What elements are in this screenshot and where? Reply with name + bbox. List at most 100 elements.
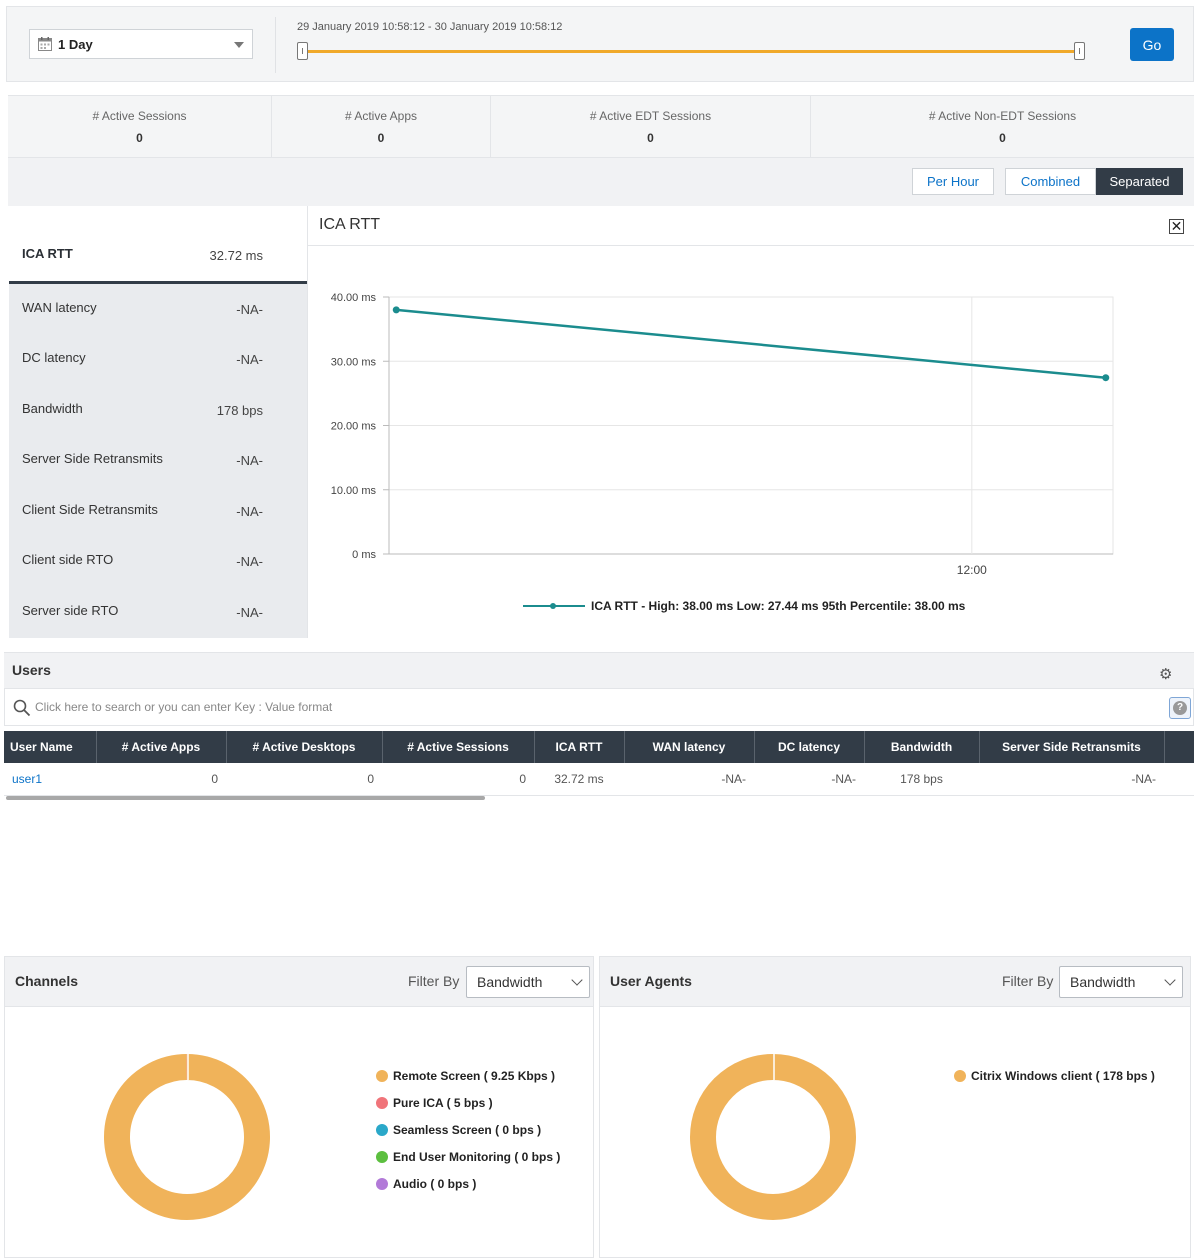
legend-line-marker (523, 600, 585, 612)
stat-label: # Active Non-EDT Sessions (928, 109, 1077, 123)
cell-active-desktops: 0 (226, 763, 382, 796)
go-button[interactable]: Go (1130, 28, 1174, 61)
column-header-dc-latency[interactable]: DC latency (754, 731, 865, 763)
stat-label: # Active Apps (344, 109, 418, 123)
time-range-value: 1 Day (58, 37, 93, 52)
legend-item[interactable]: Remote Screen ( 9.25 Kbps ) (376, 1069, 560, 1096)
metric-item-ica-rtt[interactable]: ICA RTT 32.72 ms (9, 206, 307, 284)
chart-panel: ICA RTT ✕ 0 ms 10.00 ms 20.00 ms 30.00 ms 40… (307, 206, 1194, 638)
legend-label: Audio ( 0 bps ) (393, 1177, 477, 1191)
channels-donut-chart (104, 1053, 270, 1220)
table-header-row: User Name # Active Apps # Active Desktop… (4, 731, 1194, 763)
users-title: Users (12, 662, 51, 678)
metric-value: -NA- (236, 453, 263, 468)
column-header-server-side-retransmits[interactable]: Server Side Retransmits (979, 731, 1165, 763)
filter-value: Bandwidth (477, 974, 543, 990)
data-point[interactable] (1102, 374, 1110, 382)
table-row[interactable]: user1 0 0 0 32.72 ms -NA- -NA- 178 bps -… (4, 763, 1194, 796)
legend-label: End User Monitoring ( 0 bps ) (393, 1150, 561, 1164)
legend-item[interactable]: Pure ICA ( 5 bps ) (376, 1096, 560, 1123)
legend-dot-icon (376, 1178, 388, 1190)
card-header: Channels Filter By Bandwidth (5, 957, 593, 1007)
user-agents-legend: Citrix Windows client ( 178 bps ) (954, 1069, 1155, 1096)
channels-title: Channels (15, 973, 79, 989)
legend-item[interactable]: Seamless Screen ( 0 bps ) (376, 1123, 560, 1150)
column-header-wan-latency[interactable]: WAN latency (624, 731, 755, 763)
help-icon[interactable]: ? (1169, 697, 1191, 719)
metric-label: Server side RTO (22, 603, 119, 618)
time-range-slider-track[interactable] (303, 50, 1085, 53)
metric-item-client-side-retransmits[interactable]: Client Side Retransmits -NA- (9, 486, 307, 536)
gear-icon[interactable]: ⚙ (1159, 665, 1172, 683)
stat-active-sessions: # Active Sessions 0 (8, 96, 272, 157)
user-agents-filter-select[interactable]: Bandwidth (1059, 966, 1183, 998)
horizontal-scrollbar[interactable] (6, 796, 485, 800)
filter-by-label: Filter By (408, 973, 460, 989)
metrics-list: ICA RTT 32.72 ms WAN latency -NA- DC lat… (9, 206, 307, 638)
donut-slice[interactable] (104, 1054, 270, 1220)
legend-dot-icon (376, 1070, 388, 1082)
chart-legend[interactable]: ICA RTT - High: 38.00 ms Low: 27.44 ms 9… (523, 599, 965, 613)
metric-value: -NA- (236, 504, 263, 519)
users-search-bar: ? (4, 688, 1194, 726)
metric-value: -NA- (236, 605, 263, 620)
combined-button[interactable]: Combined (1005, 168, 1096, 195)
metric-item-wan-latency[interactable]: WAN latency -NA- (9, 284, 307, 334)
metric-label: Bandwidth (22, 401, 83, 416)
metric-item-dc-latency[interactable]: DC latency -NA- (9, 334, 307, 384)
metric-value: 32.72 ms (209, 248, 263, 263)
user-agents-donut-chart (690, 1054, 856, 1220)
metric-label: WAN latency (22, 300, 97, 315)
legend-label: Pure ICA ( 5 bps ) (393, 1096, 493, 1110)
caret-down-icon (234, 42, 244, 48)
search-icon (13, 699, 31, 717)
legend-label: Seamless Screen ( 0 bps ) (393, 1123, 542, 1137)
metric-value: -NA- (236, 352, 263, 367)
channels-card: Channels Filter By Bandwidth Remote Scre… (4, 956, 594, 1258)
channels-filter-select[interactable]: Bandwidth (466, 966, 590, 998)
metric-item-server-side-rto[interactable]: Server side RTO -NA- (9, 587, 307, 637)
y-tick-label: 30.00 ms (331, 356, 377, 368)
column-header-ica-rtt[interactable]: ICA RTT (534, 731, 625, 763)
cell-overflow (1164, 763, 1194, 796)
cell-server-side-retransmits: -NA- (979, 763, 1164, 796)
cell-dc-latency: -NA- (754, 763, 864, 796)
stat-value: 0 (377, 131, 385, 145)
stat-value: 0 (136, 131, 143, 145)
stat-value: 0 (647, 131, 654, 145)
cell-user-name[interactable]: user1 (4, 763, 96, 796)
slider-start-handle[interactable] (297, 42, 308, 60)
column-header-user-name[interactable]: User Name (4, 731, 97, 763)
slider-end-handle[interactable] (1074, 42, 1085, 60)
user-agents-title: User Agents (610, 973, 692, 989)
y-tick-label: 10.00 ms (331, 485, 377, 497)
per-hour-button[interactable]: Per Hour (912, 168, 994, 195)
metric-item-server-side-retransmits[interactable]: Server Side Retransmits -NA- (9, 435, 307, 485)
donut-slice[interactable] (690, 1054, 856, 1220)
legend-item[interactable]: End User Monitoring ( 0 bps ) (376, 1150, 560, 1177)
legend-dot-icon (376, 1097, 388, 1109)
data-point[interactable] (392, 306, 400, 314)
column-header-active-desktops[interactable]: # Active Desktops (226, 731, 383, 763)
separated-button[interactable]: Separated (1096, 168, 1183, 195)
column-header-overflow (1164, 731, 1194, 763)
stat-label: # Active EDT Sessions (589, 109, 712, 123)
cell-active-apps: 0 (96, 763, 226, 796)
search-input[interactable] (35, 700, 635, 714)
legend-item[interactable]: Citrix Windows client ( 178 bps ) (954, 1069, 1155, 1096)
legend-item[interactable]: Audio ( 0 bps ) (376, 1177, 560, 1204)
time-range-dropdown[interactable]: 1 Day (29, 29, 253, 59)
column-header-bandwidth[interactable]: Bandwidth (864, 731, 980, 763)
time-range-bar: 1 Day 29 January 2019 10:58:12 - 30 Janu… (6, 6, 1194, 82)
close-icon[interactable]: ✕ (1169, 219, 1184, 234)
metric-label: ICA RTT (22, 246, 73, 261)
line-chart: 0 ms 10.00 ms 20.00 ms 30.00 ms 40.00 ms 12:0… (331, 292, 1114, 577)
metric-item-client-side-rto[interactable]: Client side RTO -NA- (9, 536, 307, 586)
user-link[interactable]: user1 (12, 772, 42, 786)
metric-item-bandwidth[interactable]: Bandwidth 178 bps (9, 385, 307, 435)
column-header-active-apps[interactable]: # Active Apps (96, 731, 227, 763)
legend-label: Remote Screen ( 9.25 Kbps ) (393, 1069, 556, 1083)
cell-wan-latency: -NA- (624, 763, 754, 796)
column-header-active-sessions[interactable]: # Active Sessions (382, 731, 535, 763)
question-mark-icon: ? (1173, 701, 1187, 715)
